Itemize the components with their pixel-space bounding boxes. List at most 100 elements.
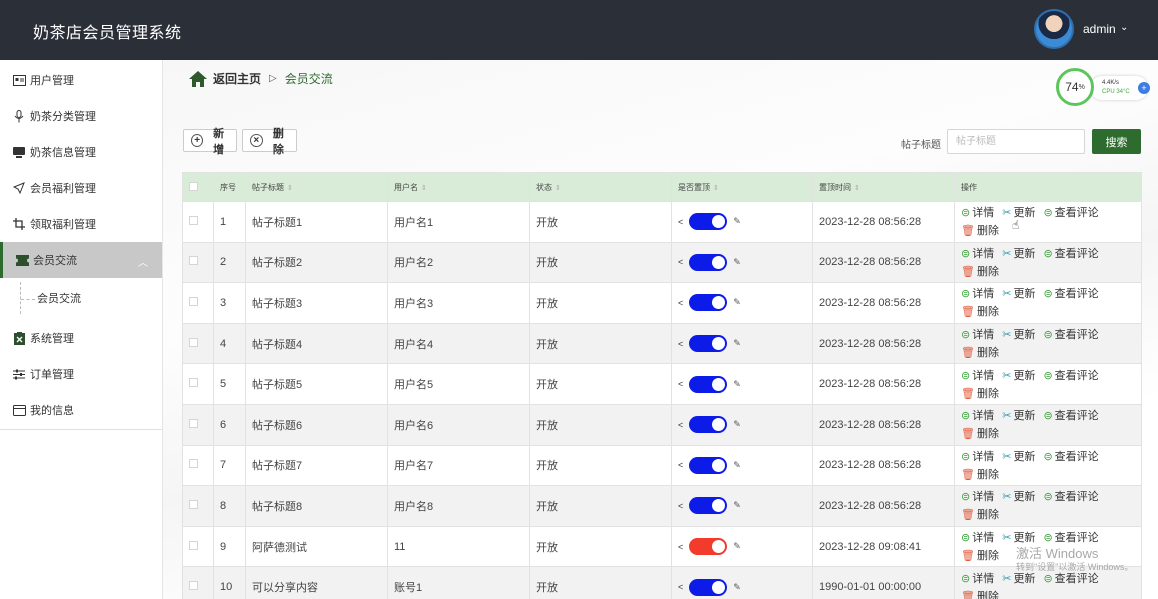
cpu-monitor-widget[interactable]: 4.4K/s CPU 34°C 74% + — [1056, 68, 1150, 108]
breadcrumb-home-link[interactable]: 返回主页 — [213, 70, 261, 87]
share-icon[interactable]: < — [678, 542, 683, 552]
row-checkbox[interactable] — [189, 296, 198, 306]
row-checkbox[interactable] — [189, 540, 198, 550]
sidebar-item-users[interactable]: 用户管理 — [0, 62, 162, 98]
sort-icon[interactable]: ⇕ — [713, 185, 719, 192]
update-button[interactable]: ✂ 更新 — [1002, 326, 1035, 344]
pin-toggle[interactable] — [689, 416, 728, 434]
row-select-cell[interactable] — [182, 241, 214, 284]
bulk-delete-button[interactable]: × 删除 — [242, 128, 297, 156]
search-button[interactable]: 搜索 — [1092, 129, 1141, 154]
sidebar-item-member-benefits[interactable]: 会员福利管理 — [0, 170, 162, 206]
row-checkbox[interactable] — [189, 499, 198, 509]
row-delete-button[interactable]: 🗑 删除 — [961, 588, 999, 599]
edit-icon[interactable]: ✎ — [733, 379, 741, 390]
sidebar-item-member-exchange[interactable]: 会员交流 ︿ — [0, 242, 162, 278]
view-comments-button[interactable]: ⊜ 查看评论 — [1043, 488, 1098, 506]
detail-button[interactable]: ⊜ 详情 — [961, 448, 994, 466]
pin-toggle[interactable] — [689, 335, 728, 353]
share-icon[interactable]: < — [678, 460, 683, 470]
edit-icon[interactable]: ✎ — [733, 460, 741, 471]
user-menu[interactable]: admin — [1083, 22, 1116, 36]
row-checkbox[interactable] — [189, 459, 198, 469]
detail-button[interactable]: ⊜ 详情 — [961, 245, 994, 263]
select-all-checkbox[interactable] — [189, 181, 198, 191]
update-button[interactable]: ✂ 更新 — [1002, 407, 1035, 425]
header-pin-time[interactable]: 置顶时间 ⇕ — [812, 172, 955, 202]
pin-toggle[interactable] — [689, 375, 728, 393]
row-checkbox[interactable] — [189, 581, 198, 591]
row-checkbox[interactable] — [189, 215, 198, 225]
update-button[interactable]: ✂ 更新 — [1002, 245, 1035, 263]
header-status[interactable]: 状态 ⇕ — [529, 172, 672, 202]
row-checkbox[interactable] — [189, 418, 198, 428]
row-select-cell[interactable] — [182, 566, 214, 599]
header-select-all[interactable] — [182, 172, 214, 202]
pin-toggle[interactable] — [689, 497, 728, 515]
sort-icon[interactable]: ⇕ — [854, 185, 860, 192]
row-delete-button[interactable]: 🗑 删除 — [961, 263, 999, 281]
plus-icon[interactable]: + — [1138, 82, 1150, 94]
pin-toggle[interactable] — [689, 253, 728, 271]
detail-button[interactable]: ⊜ 详情 — [961, 204, 994, 222]
edit-icon[interactable]: ✎ — [733, 297, 741, 308]
row-select-cell[interactable] — [182, 403, 214, 446]
row-select-cell[interactable] — [182, 363, 214, 405]
view-comments-button[interactable]: ⊜ 查看评论 — [1043, 204, 1098, 222]
row-select-cell[interactable] — [182, 201, 214, 243]
home-icon[interactable] — [189, 70, 207, 87]
pin-toggle[interactable] — [689, 538, 728, 556]
header-title[interactable]: 帖子标题 ⇕ — [245, 172, 388, 202]
edit-icon[interactable]: ✎ — [733, 582, 741, 593]
view-comments-button[interactable]: ⊜ 查看评论 — [1043, 245, 1098, 263]
update-button[interactable]: ✂ 更新 — [1002, 448, 1035, 466]
row-select-cell[interactable] — [182, 322, 214, 365]
detail-button[interactable]: ⊜ 详情 — [961, 488, 994, 506]
view-comments-button[interactable]: ⊜ 查看评论 — [1043, 285, 1098, 303]
row-delete-button[interactable]: 🗑 删除 — [961, 425, 999, 443]
pin-toggle[interactable] — [689, 294, 728, 312]
edit-icon[interactable]: ✎ — [733, 257, 741, 268]
row-checkbox[interactable] — [189, 337, 198, 347]
share-icon[interactable]: < — [678, 420, 683, 430]
sidebar-item-claim-benefits[interactable]: 领取福利管理 — [0, 206, 162, 242]
sidebar-item-tea-category[interactable]: 奶茶分类管理 — [0, 98, 162, 134]
row-select-cell[interactable] — [182, 525, 214, 568]
sort-icon[interactable]: ⇕ — [555, 185, 561, 192]
sort-icon[interactable]: ⇕ — [421, 185, 427, 192]
row-delete-button[interactable]: 🗑 删除 — [961, 547, 999, 565]
pin-toggle[interactable] — [689, 456, 728, 474]
view-comments-button[interactable]: ⊜ 查看评论 — [1043, 326, 1098, 344]
row-delete-button[interactable]: 🗑 删除 — [961, 222, 999, 240]
update-button[interactable]: ✂ 更新 — [1002, 488, 1035, 506]
share-icon[interactable]: < — [678, 217, 683, 227]
detail-button[interactable]: ⊜ 详情 — [961, 407, 994, 425]
detail-button[interactable]: ⊜ 详情 — [961, 529, 994, 547]
row-delete-button[interactable]: 🗑 删除 — [961, 466, 999, 484]
detail-button[interactable]: ⊜ 详情 — [961, 285, 994, 303]
update-button[interactable]: ✂ 更新 — [1002, 285, 1035, 303]
detail-button[interactable]: ⊜ 详情 — [961, 570, 994, 588]
row-checkbox[interactable] — [189, 378, 198, 388]
share-icon[interactable]: < — [678, 379, 683, 389]
chevron-down-icon[interactable]: ⌄ — [1120, 22, 1128, 33]
sidebar-item-orders[interactable]: 订单管理 — [0, 356, 162, 392]
row-delete-button[interactable]: 🗑 删除 — [961, 385, 999, 403]
sidebar-item-system[interactable]: 系统管理 — [0, 320, 162, 356]
share-icon[interactable]: < — [678, 501, 683, 511]
view-comments-button[interactable]: ⊜ 查看评论 — [1043, 407, 1098, 425]
edit-icon[interactable]: ✎ — [733, 216, 741, 227]
view-comments-button[interactable]: ⊜ 查看评论 — [1043, 448, 1098, 466]
edit-icon[interactable]: ✎ — [733, 500, 741, 511]
pin-toggle[interactable] — [689, 213, 728, 231]
row-select-cell[interactable] — [182, 444, 214, 487]
row-delete-button[interactable]: 🗑 删除 — [961, 303, 999, 321]
row-delete-button[interactable]: 🗑 删除 — [961, 506, 999, 524]
view-comments-button[interactable]: ⊜ 查看评论 — [1043, 367, 1098, 385]
row-select-cell[interactable] — [182, 485, 214, 527]
submenu-item-member-exchange[interactable]: 会员交流 — [0, 281, 162, 315]
share-icon[interactable]: < — [678, 298, 683, 308]
add-button[interactable]: + 新增 — [183, 128, 237, 156]
update-button[interactable]: ✂ 更新 — [1002, 367, 1035, 385]
row-checkbox[interactable] — [189, 256, 198, 266]
